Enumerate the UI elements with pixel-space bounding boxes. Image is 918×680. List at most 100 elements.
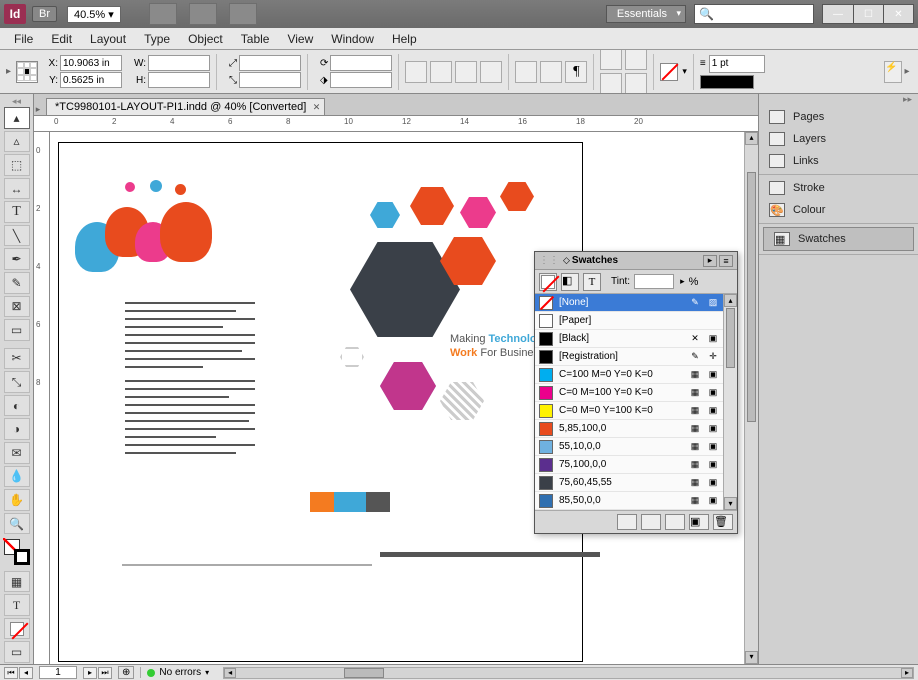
panel-colour[interactable]: 🎨Colour [759,199,918,221]
show-all-swatches-button[interactable] [617,514,637,530]
panel-pages[interactable]: Pages [759,106,918,128]
flip-h-button[interactable] [455,61,477,83]
swatch-row[interactable]: 75,60,45,55▦▣ [535,474,737,492]
apply-color-button[interactable]: ▦ [4,571,30,593]
first-page-button[interactable]: ⏮ [4,667,18,679]
wrap-bbox-button[interactable] [625,50,647,70]
document-tab[interactable]: *TC9980101-LAYOUT-PI1.indd @ 40% [Conver… [46,98,325,115]
free-transform-tool[interactable]: ⤡ [4,371,30,393]
page-field[interactable] [39,666,77,679]
swatch-row[interactable]: 85,50,0,0▦▣ [535,492,737,510]
menu-help[interactable]: Help [384,30,425,48]
pencil-tool[interactable]: ✎ [4,272,30,294]
swatch-row[interactable]: 75,100,0,0▦▣ [535,456,737,474]
minimize-button[interactable]: — [823,5,853,23]
menu-layout[interactable]: Layout [82,30,134,48]
swatch-row[interactable]: 55,10,0,0▦▣ [535,438,737,456]
rectangle-tool[interactable]: ▭ [4,319,30,341]
select-container-button[interactable] [515,61,537,83]
toolbox-collapse-icon[interactable]: ◂◂ [12,96,21,106]
x-field[interactable] [60,55,122,71]
tabs-collapse-icon[interactable]: ▸ [34,104,42,115]
reference-point[interactable] [16,61,38,83]
swatch-row[interactable]: [Black]✕▣ [535,330,737,348]
shear-field[interactable] [330,72,392,88]
panel-menu-icon[interactable]: ≡ [719,255,733,267]
fill-selector[interactable] [539,273,557,291]
fill-dropdown-icon[interactable]: ▾ [682,66,687,77]
new-swatch-button[interactable]: ▣ [689,514,709,530]
vertical-scrollbar[interactable]: ▴ ▾ [744,132,758,664]
tint-stepper-icon[interactable]: ▸ [680,276,685,287]
rotate-ccw-button[interactable] [405,61,427,83]
menu-table[interactable]: Table [233,30,278,48]
wrap-none-button[interactable] [600,50,622,70]
text-selector[interactable]: T [583,273,601,291]
close-button[interactable]: ✕ [883,5,913,23]
selection-tool[interactable]: ▴ [4,107,30,129]
show-gradient-swatches-button[interactable] [665,514,685,530]
wrap-shape-button[interactable] [600,73,622,94]
gradient-feather-tool[interactable]: ◑ [4,418,30,440]
swatches-header[interactable]: ⋮⋮ ◇ Swatches ▸ ≡ [535,252,737,270]
expand-control-icon[interactable]: ▸ [6,66,16,77]
rotate-field[interactable] [330,55,392,71]
panel-layers[interactable]: Layers [759,128,918,150]
bridge-button[interactable]: Br [32,6,57,22]
maximize-button[interactable]: ☐ [853,5,883,23]
scissors-tool[interactable]: ✂ [4,348,30,370]
type-tool[interactable]: T [4,201,30,223]
workspace-dropdown[interactable]: Essentials [606,5,686,23]
menu-window[interactable]: Window [323,30,382,48]
zoom-tool[interactable]: 🔍 [4,513,30,535]
next-page-button[interactable]: ▸ [83,667,97,679]
pen-tool[interactable]: ✒ [4,248,30,270]
page-dropdown-icon[interactable]: ⊕ [118,666,134,679]
note-tool[interactable]: ✉ [4,442,30,464]
panel-stroke[interactable]: Stroke [759,177,918,199]
fill-swatch[interactable] [660,63,678,81]
screen-mode-icon[interactable] [189,3,217,25]
swatches-scrollbar[interactable]: ▴ ▾ [723,294,737,510]
arrange-documents-icon[interactable] [229,3,257,25]
paragraph-style-icon[interactable]: ¶ [565,61,587,83]
prev-page-button[interactable]: ◂ [19,667,33,679]
swatch-row[interactable]: [Registration]✎✛ [535,348,737,366]
swatch-row[interactable]: 5,85,100,0▦▣ [535,420,737,438]
zoom-dropdown[interactable]: 40.5% ▾ [67,6,121,23]
wrap-jump-button[interactable] [625,73,647,94]
panel-collapse-icon[interactable]: ▸ [703,255,717,267]
vertical-ruler[interactable]: 0 2 4 6 8 [34,132,50,664]
swatch-row[interactable]: [None]✎▨ [535,294,737,312]
delete-swatch-button[interactable]: 🗑 [713,514,733,530]
swatch-row[interactable]: C=0 M=100 Y=0 K=0▦▣ [535,384,737,402]
y-field[interactable] [60,72,122,88]
scale-x-field[interactable] [239,55,301,71]
preflight-status[interactable]: No errors ▾ [140,667,209,678]
swatch-row[interactable]: C=0 M=0 Y=100 K=0▦▣ [535,402,737,420]
formatting-text-button[interactable]: T [4,594,30,616]
select-content-button[interactable] [540,61,562,83]
menu-file[interactable]: File [6,30,41,48]
rotate-cw-button[interactable] [430,61,452,83]
stroke-weight-field[interactable] [709,55,765,73]
swatch-row[interactable]: [Paper] [535,312,737,330]
hand-tool[interactable]: ✋ [4,489,30,511]
scale-y-field[interactable] [239,72,301,88]
menu-view[interactable]: View [279,30,321,48]
menu-type[interactable]: Type [136,30,178,48]
panel-links[interactable]: Links [759,150,918,172]
apply-none-button[interactable] [4,618,30,640]
h-field[interactable] [148,72,210,88]
view-mode-button[interactable]: ▭ [4,641,30,663]
tab-close-icon[interactable]: ✕ [313,102,321,113]
line-tool[interactable]: ╲ [4,225,30,247]
menu-edit[interactable]: Edit [43,30,80,48]
gap-tool[interactable]: ↔ [4,178,30,200]
swatches-panel[interactable]: ⋮⋮ ◇ Swatches ▸ ≡ ◧ T Tint: ▸ % [None]✎▨… [534,251,738,534]
eyedropper-tool[interactable]: 💧 [4,466,30,488]
gradient-swatch-tool[interactable]: ◐ [4,395,30,417]
direct-selection-tool[interactable]: ▵ [4,131,30,153]
rectangle-frame-tool[interactable]: ⊠ [4,296,30,318]
horizontal-scrollbar[interactable]: ◂ ▸ [223,667,914,679]
